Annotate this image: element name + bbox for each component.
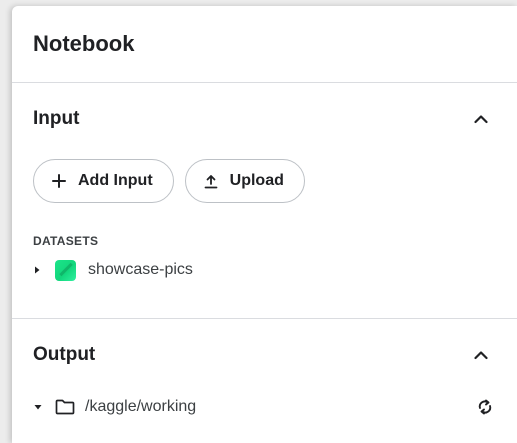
input-section: Input Add Input Upload DATASETS showcase…	[12, 83, 517, 319]
notebook-panel: Notebook Input Add Input Upload DATASETS…	[12, 6, 517, 443]
datasets-heading: DATASETS	[33, 234, 99, 248]
dataset-item[interactable]: showcase-pics	[33, 255, 496, 285]
output-collapse-button[interactable]	[470, 344, 492, 366]
upload-label: Upload	[229, 172, 284, 189]
dataset-expand-toggle[interactable]	[33, 265, 55, 275]
caret-right-icon	[35, 266, 40, 274]
upload-icon	[204, 174, 218, 188]
output-section-title: Output	[33, 344, 96, 365]
output-path[interactable]: /kaggle/working	[85, 398, 196, 416]
folder-icon	[55, 399, 75, 415]
add-input-label: Add Input	[78, 172, 153, 189]
input-section-header: Input	[33, 83, 496, 155]
input-section-title: Input	[33, 108, 80, 129]
add-input-button[interactable]: Add Input	[33, 159, 174, 203]
chevron-up-icon	[474, 115, 488, 124]
refresh-icon	[478, 399, 492, 415]
output-folder-item[interactable]: /kaggle/working	[33, 392, 496, 422]
input-button-row: Add Input Upload	[33, 159, 496, 203]
dataset-name[interactable]: showcase-pics	[88, 261, 193, 279]
plus-icon	[52, 174, 66, 188]
chevron-up-icon	[474, 351, 488, 360]
output-expand-toggle[interactable]	[33, 403, 55, 411]
input-collapse-button[interactable]	[470, 108, 492, 130]
output-section-header: Output	[33, 319, 496, 391]
panel-header: Notebook	[12, 6, 517, 83]
caret-down-icon	[34, 405, 42, 410]
refresh-button[interactable]	[474, 396, 496, 418]
output-section: Output /kaggle/working	[12, 319, 517, 422]
upload-button[interactable]: Upload	[184, 159, 305, 203]
dataset-icon	[55, 259, 76, 281]
panel-title: Notebook	[33, 31, 135, 56]
